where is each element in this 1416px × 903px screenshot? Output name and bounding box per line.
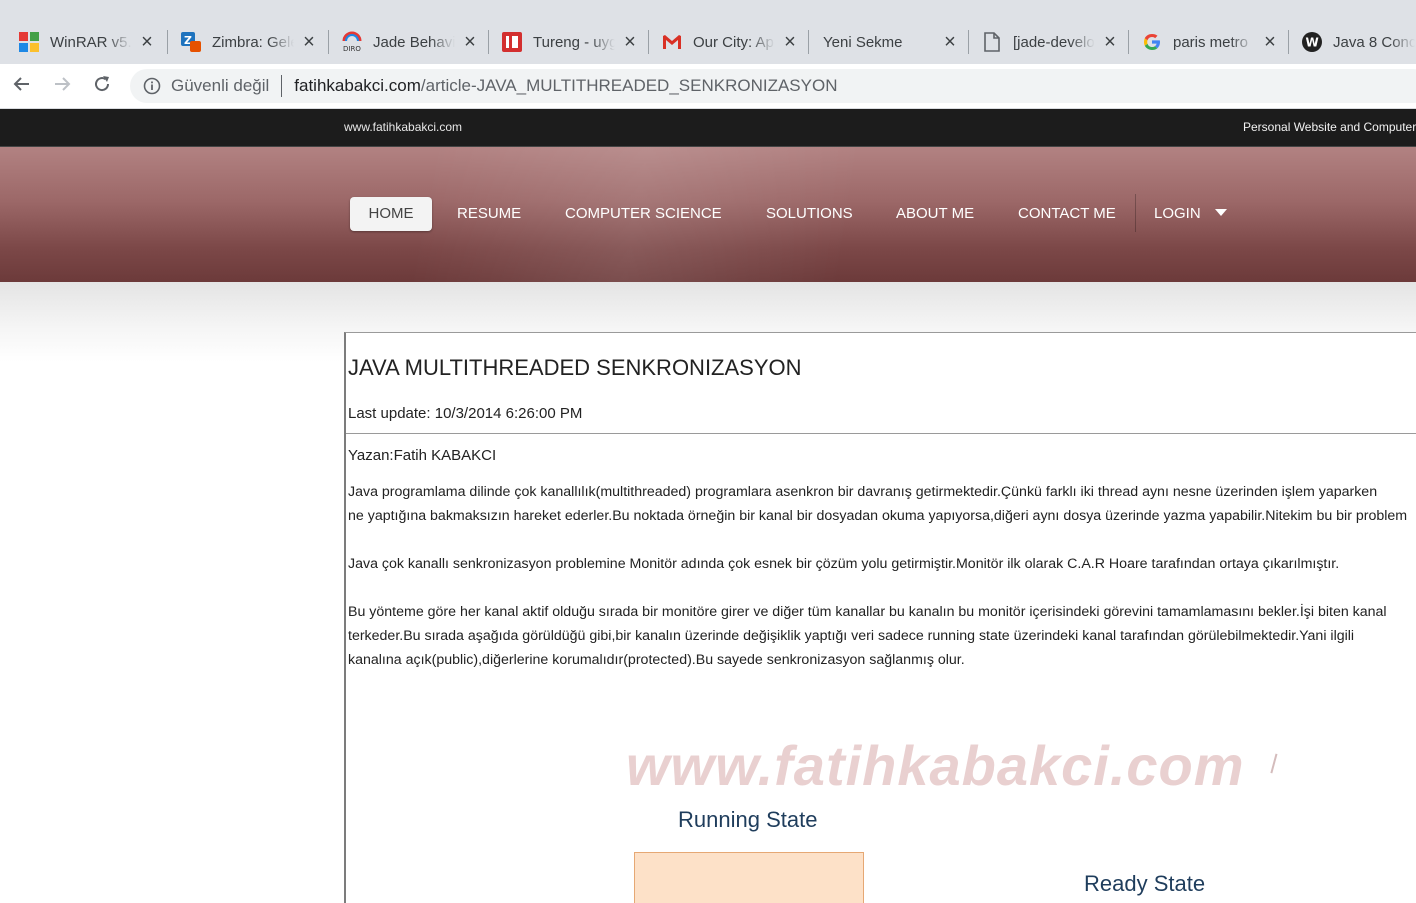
paragraph-line: Java çok kanallı senkronizasyon problemi… — [348, 556, 1340, 572]
caret-down-icon — [1214, 209, 1227, 216]
paragraph-line: Java programlama dilinde çok kanallılık(… — [348, 484, 1378, 500]
tab-jade-behaviours[interactable]: DIRO Jade Behaviours × — [323, 22, 491, 62]
url-host: fatihkabakci.com — [294, 76, 421, 95]
article-title: JAVA MULTITHREADED SENKRONIZASYON — [348, 355, 802, 380]
tab-title: Jade Behaviours — [373, 33, 455, 51]
tab-our-city[interactable]: Our City: Ap × — [643, 22, 811, 62]
tab-title: Our City: Ap — [693, 33, 774, 51]
nav-banner: HOME RESUME COMPUTER SCIENCE SOLUTIONS A… — [0, 147, 1416, 282]
site-tagline: Personal Website and Computer Science — [1243, 120, 1416, 134]
wordpress-icon: W — [1301, 31, 1323, 53]
svg-text:W: W — [1306, 36, 1319, 50]
reload-icon — [92, 74, 112, 99]
menu-login[interactable]: LOGIN — [1154, 197, 1227, 231]
close-icon[interactable]: × — [781, 32, 799, 52]
paragraph-3: Bu yönteme göre her kanal aktif olduğu s… — [348, 600, 1387, 672]
ready-state-label: Ready State — [1084, 871, 1206, 896]
tab-title: WinRAR v5.7 — [50, 33, 132, 51]
tureng-icon — [501, 31, 523, 53]
tab-tureng[interactable]: Tureng - uygu × — [483, 22, 651, 62]
paragraph-line: kanalına açık(public),diğerlerine koruma… — [348, 652, 965, 668]
menu-solutions[interactable]: SOLUTIONS — [766, 197, 853, 231]
browser-toolbar: Güvenli değil fatihkabakci.com/article-J… — [0, 64, 1416, 109]
divider — [346, 433, 1416, 434]
running-state-label: Running State — [678, 807, 818, 832]
document-icon — [981, 31, 1003, 53]
menu-contact-me[interactable]: CONTACT ME — [1018, 197, 1116, 231]
paragraph-line: Bu yönteme göre her kanal aktif olduğu s… — [348, 604, 1387, 620]
paragraph-line: ne yaptığına bakmaksızın hareket ederler… — [348, 508, 1408, 524]
address-bar[interactable]: Güvenli değil fatihkabakci.com/article-J… — [130, 69, 1416, 103]
article-panel: JAVA MULTITHREADED SENKRONIZASYON Last u… — [344, 332, 1416, 903]
url-text[interactable]: fatihkabakci.com/article-JAVA_MULTITHREA… — [294, 76, 837, 96]
security-status[interactable]: Güvenli değil — [171, 76, 269, 96]
close-icon[interactable]: × — [1261, 32, 1279, 52]
tab-title: paris metro — [1173, 33, 1249, 51]
close-icon[interactable]: × — [138, 32, 156, 52]
tab-winrar[interactable]: WinRAR v5.7 × — [0, 22, 168, 62]
close-icon[interactable]: × — [461, 32, 479, 52]
winrar-icon — [18, 31, 40, 53]
back-button[interactable] — [8, 72, 36, 100]
zimbra-icon: Z — [180, 31, 202, 53]
tab-paris-metro[interactable]: paris metro × — [1123, 22, 1291, 62]
menu-login-label: LOGIN — [1154, 205, 1201, 222]
tab-java8[interactable]: W Java 8 Conc — [1283, 22, 1416, 62]
svg-text:DIRO: DIRO — [343, 45, 361, 53]
forward-button[interactable] — [48, 72, 76, 100]
close-icon[interactable]: × — [300, 32, 318, 52]
tab-strip: WinRAR v5.7 × Z Zimbra: Gelen × DIRO Jad… — [0, 0, 1416, 64]
watermark-mark — [1266, 752, 1278, 774]
running-state-box — [634, 852, 864, 903]
tab-title: Yeni Sekme — [823, 33, 903, 51]
tab-new-tab[interactable]: Yeni Sekme × — [803, 22, 971, 62]
url-path: /article-JAVA_MULTITHREADED_SENKRONIZASY… — [420, 76, 838, 95]
close-icon[interactable]: × — [1101, 32, 1119, 52]
main-menu: HOME RESUME COMPUTER SCIENCE SOLUTIONS A… — [0, 147, 1416, 282]
google-icon — [1141, 31, 1163, 53]
paragraph-line: terkeder.Bu sırada aşağıda görüldüğü gib… — [348, 628, 1355, 644]
close-icon[interactable]: × — [941, 32, 959, 52]
menu-resume[interactable]: RESUME — [457, 197, 521, 231]
tab-title: Tureng - uygu — [533, 33, 615, 51]
tab-jade-develop[interactable]: [jade-develop × — [963, 22, 1131, 62]
paragraph-2: Java çok kanallı senkronizasyon problemi… — [348, 552, 1339, 576]
paragraph-1: Java programlama dilinde çok kanallılık(… — [348, 480, 1407, 528]
menu-divider — [1135, 194, 1136, 232]
menu-computer-science[interactable]: COMPUTER SCIENCE — [565, 197, 722, 231]
site-top-bar: www.fatihkabakci.com Personal Website an… — [0, 109, 1416, 147]
tab-zimbra[interactable]: Z Zimbra: Gelen × — [162, 22, 330, 62]
url-divider — [281, 75, 283, 97]
article-author: Yazan:Fatih KABAKCI — [348, 447, 497, 464]
watermark: www.fatihkabakci.com — [626, 734, 1245, 797]
info-icon[interactable] — [142, 76, 162, 96]
close-icon[interactable]: × — [621, 32, 639, 52]
tab-title: [jade-develop — [1013, 33, 1095, 51]
reload-button[interactable] — [88, 72, 116, 100]
site-domain-link[interactable]: www.fatihkabakci.com — [344, 120, 462, 134]
menu-about-me[interactable]: ABOUT ME — [896, 197, 974, 231]
gmail-icon — [661, 31, 683, 53]
last-update: Last update: 10/3/2014 6:26:00 PM — [348, 405, 583, 422]
menu-home[interactable]: HOME — [350, 197, 432, 231]
diro-icon: DIRO — [341, 31, 363, 53]
tab-title: Java 8 Conc — [1333, 33, 1415, 51]
back-arrow-icon — [12, 74, 32, 99]
forward-arrow-icon — [52, 74, 72, 99]
tab-title: Zimbra: Gelen — [212, 33, 294, 51]
